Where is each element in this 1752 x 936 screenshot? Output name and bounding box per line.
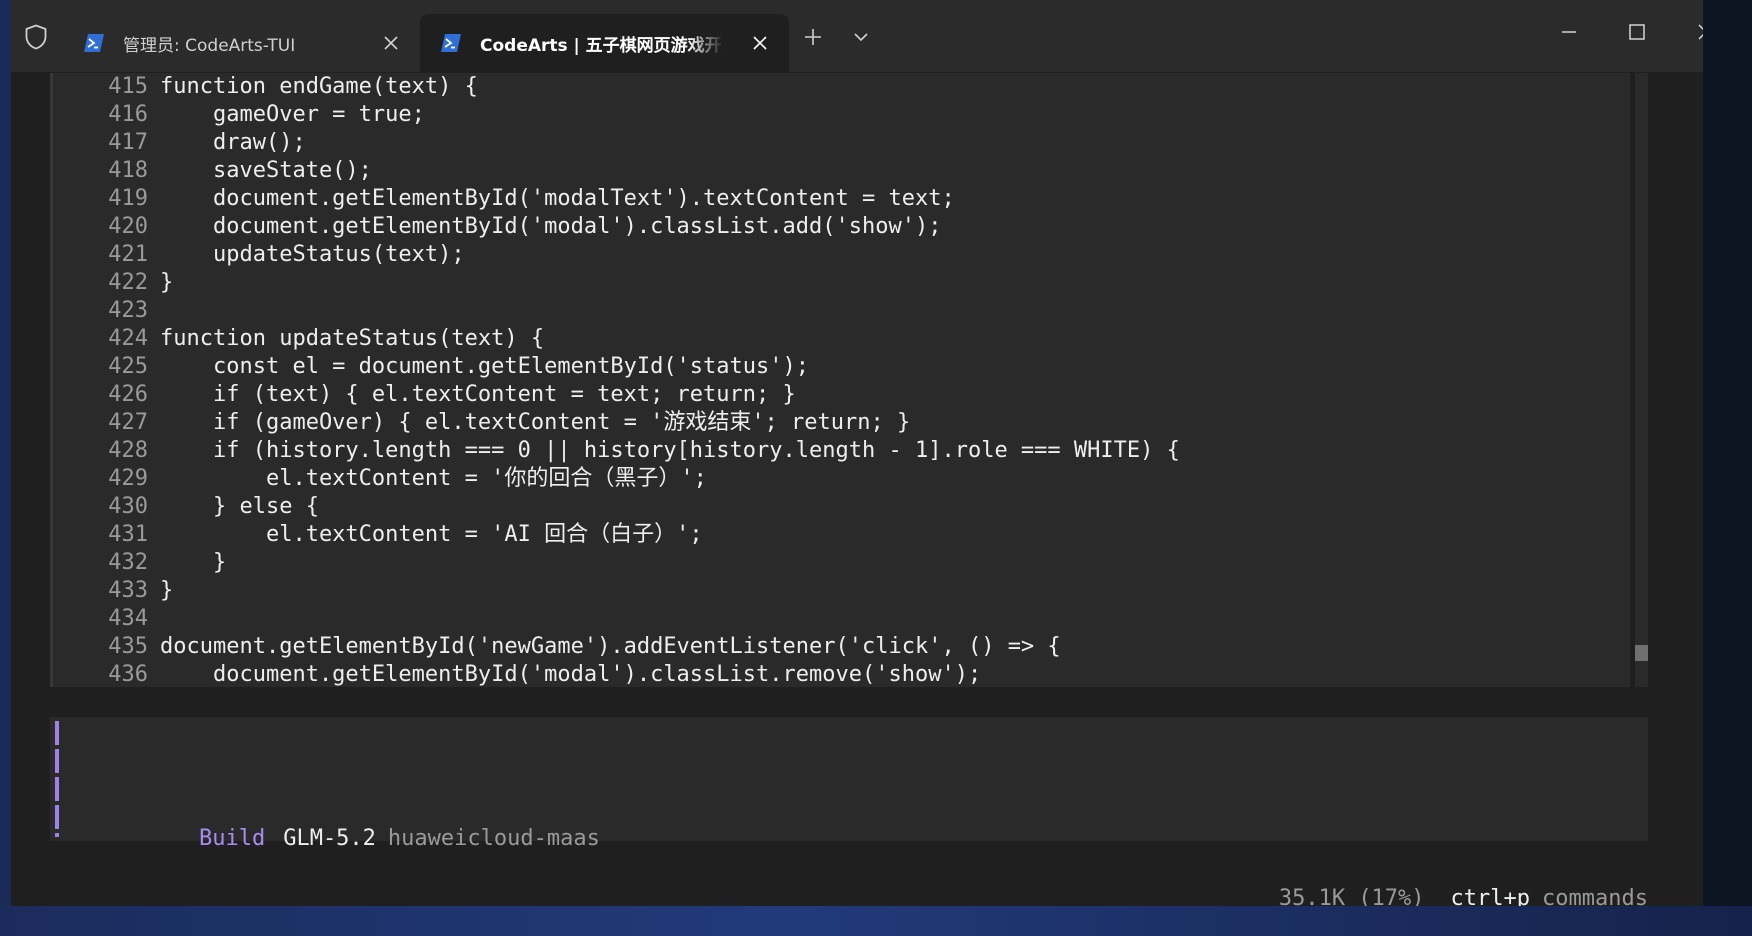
code-text: draw(); [160,130,306,155]
status-line: 35.1K (17%) ctrl+p commands [1199,857,1648,906]
powershell-icon [441,34,461,52]
code-text: updateStatus(text); [160,242,465,267]
terminal-window: 管理员: CodeArts-TUI CodeArts | 五子棋网页游戏开发 4… [11,0,1703,906]
code-text: if (gameOver) { el.textContent = '游戏结束';… [160,410,911,435]
code-text: if (history.length === 0 || history[hist… [160,438,1180,463]
line-number: 426 [108,382,148,407]
minimize-icon[interactable] [1557,20,1581,44]
agent-mode: Build [198,826,266,851]
tab-codearts-gomoku[interactable]: CodeArts | 五子棋网页游戏开发 [420,14,789,72]
code-line: 422} [50,269,1180,297]
line-number: 422 [108,270,148,295]
code-text: } [160,578,174,603]
code-text: function updateStatus(text) { [160,326,545,351]
code-line: 415 function endGame(text) { [50,73,1180,101]
line-number: 424 [108,326,148,351]
close-icon[interactable] [1694,20,1703,44]
line-number: 434 [108,606,148,631]
prompt-accent-bar [55,721,59,837]
plus-icon[interactable] [802,26,824,48]
prompt-input[interactable]: Build GLM-5.2 huaweicloud-maas [50,717,1648,851]
code-line: 424 function updateStatus(text) { [50,325,1180,353]
tab-title: 管理员: CodeArts-TUI [123,35,296,56]
line-number: 418 [108,158,148,183]
line-number: 432 [108,550,148,575]
code-line: 425 const el = document.getElementById('… [50,353,1180,381]
code-line: 420 document.getElementById('modal').cla… [50,213,1180,241]
token-usage: 35.1K (17%) [1278,886,1425,906]
line-number: 421 [108,242,148,267]
code-text: document.getElementById('modalText').tex… [160,186,955,211]
line-number: 425 [108,354,148,379]
desktop-edge [1703,0,1752,936]
code-line: 419 document.getElementById('modalText')… [50,185,1180,213]
code-line: 421 updateStatus(text); [50,241,1180,269]
powershell-icon [84,34,104,52]
code-line: 426 if (text) { el.textContent = text; r… [50,381,1180,409]
scrollbar-thumb[interactable] [1635,645,1648,661]
code-line: 436 document.getElementById('modal').cla… [50,661,1180,687]
line-number: 428 [108,438,148,463]
code-line: 435 document.getElementById('newGame').ad… [50,633,1180,661]
code-text: document.getElementById('modal').classLi… [160,214,942,239]
line-number: 423 [108,298,148,323]
line-number: 427 [108,410,148,435]
code-text: if (text) { el.textContent = text; retur… [160,382,796,407]
line-number: 420 [108,214,148,239]
tab-title: CodeArts | 五子棋网页游戏开发 [480,35,724,56]
line-number: 430 [108,494,148,519]
shortcut-key: ctrl+p [1450,886,1531,906]
code-line: 423 [50,297,1180,325]
title-bar: 管理员: CodeArts-TUI CodeArts | 五子棋网页游戏开发 [11,0,1703,72]
code-line: 433} [50,577,1180,605]
close-icon[interactable] [753,36,767,50]
code-line: 430 } else { [50,493,1180,521]
code-line: 416 gameOver = true; [50,101,1180,129]
shortcut-label: commands [1542,886,1648,906]
desktop-taskbar-strip [0,906,1752,936]
tab-codearts-tui[interactable]: 管理员: CodeArts-TUI [63,14,420,72]
close-icon[interactable] [384,36,398,50]
code-line: 428 if (history.length === 0 || history[… [50,437,1180,465]
code-lines: 415 function endGame(text) {416 gameOver … [50,73,1180,687]
code-text: } else { [160,494,319,519]
line-number: 433 [108,578,148,603]
code-text: } [160,270,174,295]
terminal-content: 415 function endGame(text) {416 gameOver … [11,72,1703,906]
chevron-down-icon[interactable] [853,29,869,45]
line-number: 419 [108,186,148,211]
code-line: 417 draw(); [50,129,1180,157]
code-text: document.getElementById('newGame').addEv… [160,634,1061,659]
line-number: 416 [108,102,148,127]
line-number: 435 [108,634,148,659]
shield-icon [25,24,47,50]
line-number: 436 [108,662,148,687]
code-line: 429 el.textContent = '你的回合（黑子）'; [50,465,1180,493]
code-text: } [160,550,227,575]
code-viewer: 415 function endGame(text) {416 gameOver … [50,73,1630,687]
code-text: el.textContent = '你的回合（黑子）'; [160,466,707,491]
code-line: 431 el.textContent = 'AI 回合（白子）'; [50,521,1180,549]
code-line: 434 [50,605,1180,633]
provider-name: huaweicloud-maas [387,826,600,851]
code-line: 418 saveState(); [50,157,1180,185]
line-number: 431 [108,522,148,547]
code-text: document.getElementById('modal').classLi… [160,662,982,687]
code-line: 427 if (gameOver) { el.textContent = '游戏… [50,409,1180,437]
code-text: function endGame(text) { [160,74,478,99]
scrollbar-track[interactable] [1635,73,1648,687]
model-name: GLM-5.2 [283,826,376,851]
code-text: saveState(); [160,158,372,183]
code-line: 432 } [50,549,1180,577]
line-number: 417 [108,130,148,155]
line-number: 429 [108,466,148,491]
maximize-icon[interactable] [1625,20,1649,44]
agent-info: Build GLM-5.2 huaweicloud-maas [93,797,600,851]
code-text: el.textContent = 'AI 回合（白子）'; [160,522,703,547]
code-text: gameOver = true; [160,102,425,127]
line-number: 415 [108,74,148,99]
code-text: const el = document.getElementById('stat… [160,354,810,379]
